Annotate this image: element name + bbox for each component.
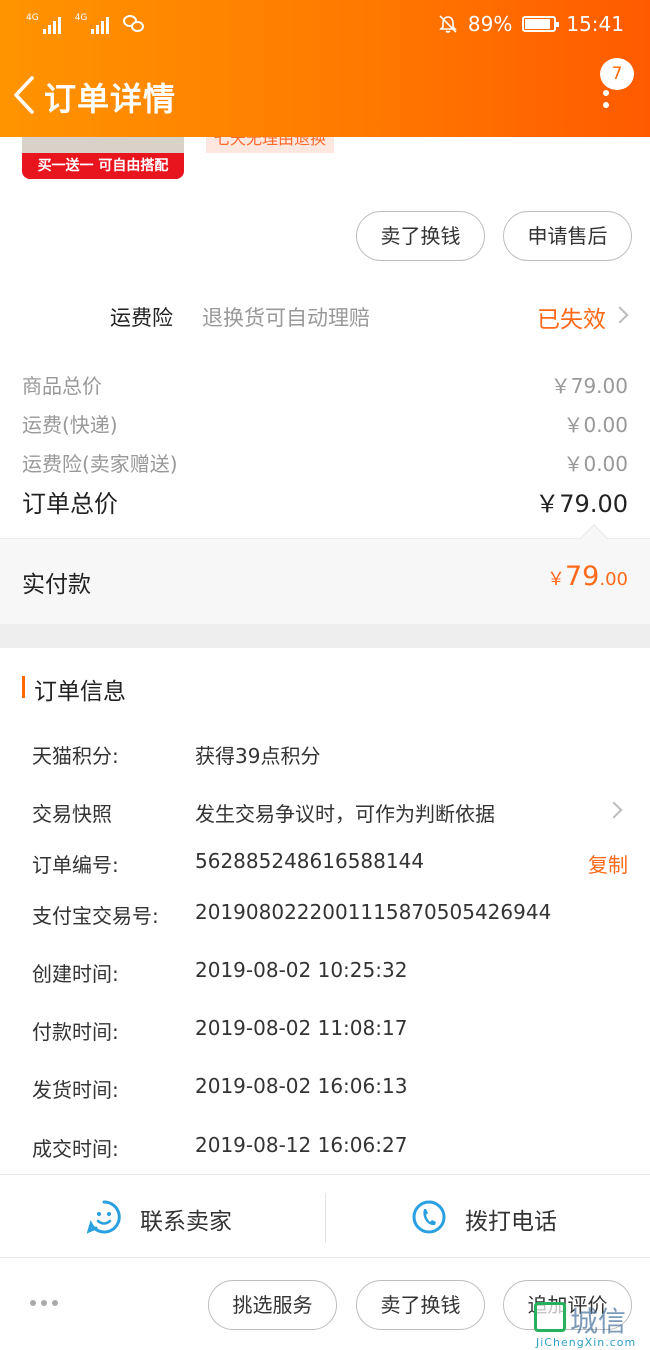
phone-icon <box>412 1200 446 1234</box>
promo-tag: 买一送一 可自由搭配 <box>22 153 184 179</box>
signal-icon: 4G <box>26 14 61 34</box>
message-badge[interactable]: 7 <box>600 58 634 90</box>
info-label: 发货时间: <box>32 1078 119 1102</box>
info-value: 562885248616588144 <box>195 849 425 873</box>
info-value: 2019080222001115870505426944 <box>195 900 552 924</box>
chevron-right-icon <box>605 801 623 819</box>
info-row-order-number: 订单编号: 562885248616588144 复制 <box>32 849 628 879</box>
battery-icon <box>522 16 560 32</box>
signal-icon-2: 4G <box>75 14 110 34</box>
paid-amount-box: 实付款 ￥79.00 <box>0 538 650 624</box>
info-value: 获得39点积分 <box>195 744 321 768</box>
info-label: 创建时间: <box>32 962 119 986</box>
app-header: 4G 4G 89% 15:41 订单详情 7 <box>0 0 650 137</box>
paid-amount-dec: .00 <box>599 569 628 590</box>
info-value: 2019-08-12 16:06:27 <box>195 1133 408 1157</box>
price-row: 商品总价 ￥79.00 <box>22 370 628 399</box>
paid-label: 实付款 <box>22 572 91 598</box>
after-sale-button[interactable]: 申请售后 <box>503 211 632 261</box>
nav-bar: 订单详情 <box>0 60 650 130</box>
status-left: 4G 4G <box>26 14 145 34</box>
copy-button[interactable]: 复制 <box>588 849 628 878</box>
sell-button[interactable]: 卖了换钱 <box>356 211 485 261</box>
contact-seller-label: 联系卖家 <box>140 1209 232 1235</box>
info-label: 交易快照 <box>32 802 112 826</box>
contact-bar: 联系卖家 拨打电话 <box>0 1174 650 1258</box>
chevron-right-icon <box>611 306 629 324</box>
price-label: 运费险(卖家赠送) <box>22 452 178 476</box>
status-bar: 4G 4G 89% 15:41 <box>0 0 650 52</box>
order-total-label: 订单总价 <box>22 490 118 518</box>
contact-seller-button[interactable]: 联系卖家 <box>0 1175 325 1259</box>
more-menu-icon[interactable] <box>603 90 611 112</box>
watermark-text: 城信 <box>570 1305 627 1338</box>
insurance-desc: 退换货可自动理赔 <box>202 306 370 330</box>
wechat-icon <box>123 15 145 33</box>
sell-button-bottom[interactable]: 卖了换钱 <box>356 1280 485 1330</box>
signal-label: 4G <box>26 13 39 23</box>
paid-amount: ￥79.00 <box>547 561 628 592</box>
product-image[interactable]: 买一送一 可自由搭配 <box>22 137 184 179</box>
chat-face-icon <box>86 1200 121 1234</box>
price-label: 运费(快递) <box>22 413 118 437</box>
info-label: 付款时间: <box>32 1020 119 1044</box>
info-label: 天猫积分: <box>32 744 119 768</box>
watermark-logo-icon <box>534 1302 566 1332</box>
info-value: 2019-08-02 11:08:17 <box>195 1016 408 1040</box>
battery-percent: 89% <box>467 12 513 36</box>
info-row-created: 创建时间: 2019-08-02 10:25:32 <box>32 958 628 988</box>
info-row-points: 天猫积分: 获得39点积分 <box>32 740 628 770</box>
price-row: 运费(快递) ￥0.00 <box>22 409 628 438</box>
clock: 15:41 <box>566 12 624 36</box>
info-label: 订单编号: <box>32 853 119 877</box>
mute-bell-icon <box>438 15 457 33</box>
paid-amount-int: 79 <box>565 561 600 592</box>
info-value: 2019-08-02 16:06:13 <box>195 1074 408 1098</box>
order-total-row: 订单总价 ￥79.00 <box>22 484 628 519</box>
paid-box-notch-inner <box>581 526 607 539</box>
info-row-snapshot[interactable]: 交易快照 发生交易争议时，可作为判断依据 <box>32 798 628 828</box>
info-row-completed: 成交时间: 2019-08-12 16:06:27 <box>32 1133 628 1163</box>
select-service-button[interactable]: 挑选服务 <box>208 1280 337 1330</box>
price-value: ￥0.00 <box>563 413 628 437</box>
order-info-title: 订单信息 <box>22 672 126 706</box>
signal-label-2: 4G <box>74 13 88 23</box>
info-value: 发生交易争议时，可作为判断依据 <box>195 802 495 826</box>
section-gap <box>0 624 650 648</box>
info-label: 支付宝交易号: <box>32 904 159 928</box>
price-value: ￥0.00 <box>563 452 628 476</box>
info-value: 2019-08-02 10:25:32 <box>195 958 408 982</box>
info-row-shipped: 发货时间: 2019-08-02 16:06:13 <box>32 1074 628 1104</box>
order-total-value: ￥79.00 <box>535 490 628 518</box>
return-policy-tag: 七天无理由退换 <box>206 137 335 153</box>
shipping-insurance-row[interactable]: 运费险 退换货可自动理赔 已失效 <box>0 290 650 346</box>
insurance-status: 已失效 <box>537 307 606 333</box>
price-value: ￥79.00 <box>550 374 628 398</box>
page-title: 订单详情 <box>44 80 177 118</box>
insurance-name: 运费险 <box>110 306 173 330</box>
price-label: 商品总价 <box>22 374 102 398</box>
call-phone-button[interactable]: 拨打电话 <box>325 1175 650 1259</box>
watermark-sub: JiChengXin.com <box>536 1336 637 1349</box>
info-label: 成交时间: <box>32 1137 119 1161</box>
info-row-paid: 付款时间: 2019-08-02 11:08:17 <box>32 1016 628 1046</box>
price-row: 运费险(卖家赠送) ￥0.00 <box>22 448 628 477</box>
watermark: 城信 JiChengXin.com <box>530 1296 650 1350</box>
more-dots-icon[interactable] <box>30 1300 58 1306</box>
status-right: 89% 15:41 <box>438 12 624 36</box>
info-row-alipay-number: 支付宝交易号: 2019080222001115870505426944 <box>32 900 628 930</box>
call-phone-label: 拨打电话 <box>465 1209 557 1235</box>
back-arrow-icon[interactable] <box>10 74 38 116</box>
paid-currency: ￥ <box>547 569 565 590</box>
